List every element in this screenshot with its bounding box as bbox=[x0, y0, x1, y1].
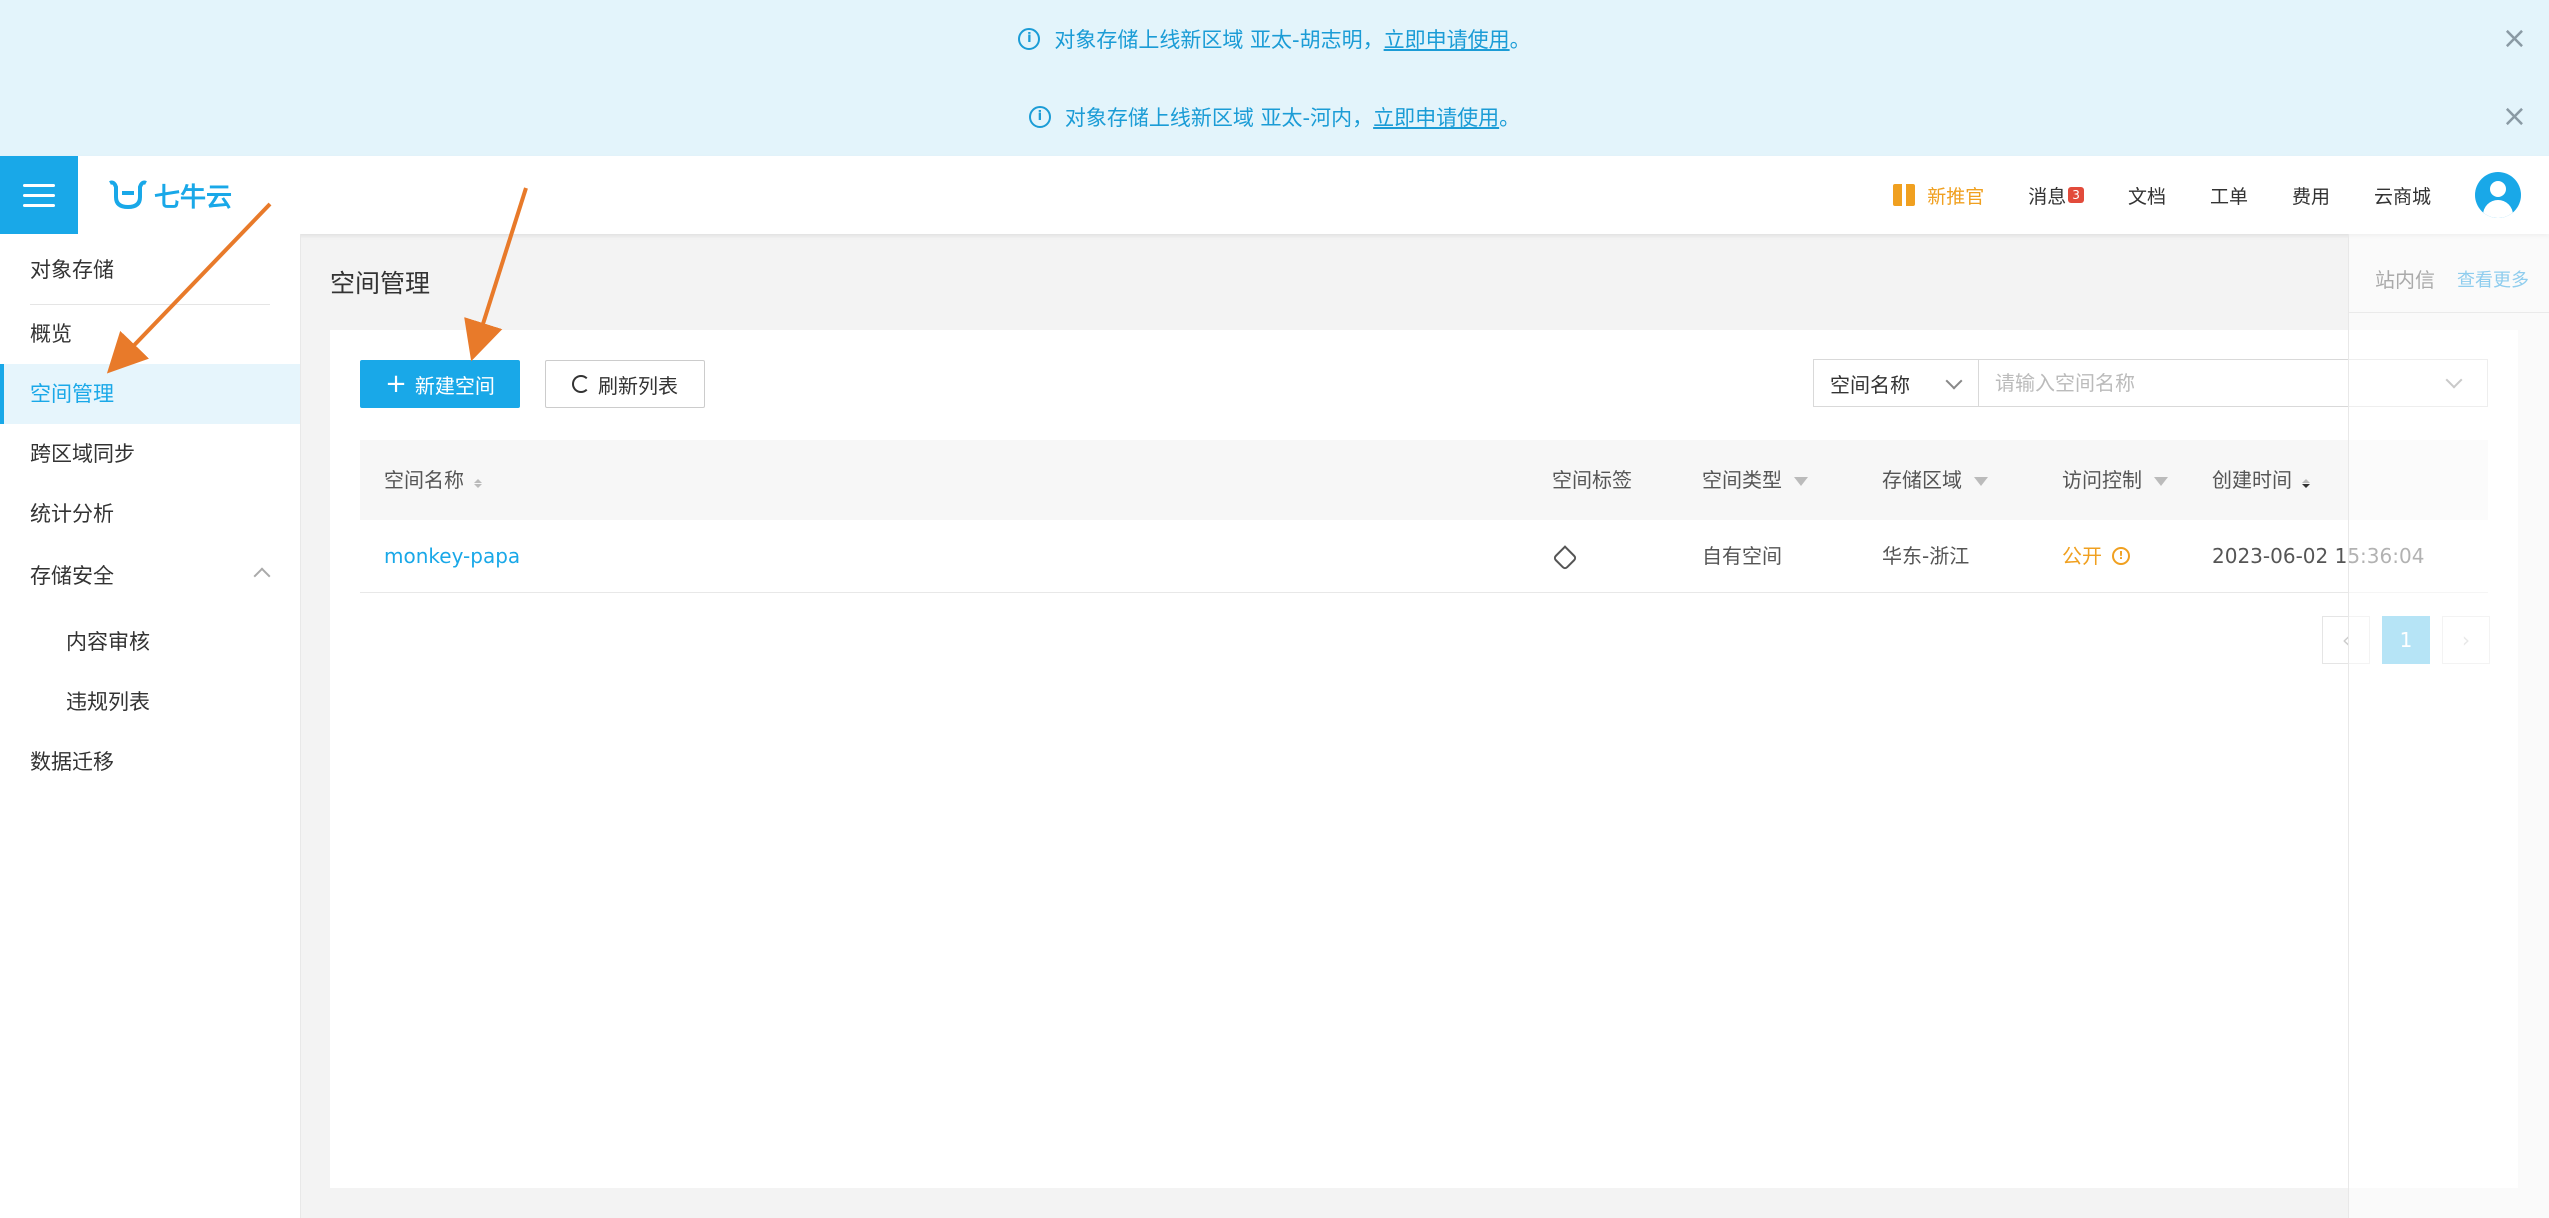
notice-divider bbox=[2349, 312, 2549, 313]
logo-text: 七牛云 bbox=[154, 182, 233, 213]
sort-icon[interactable] bbox=[474, 474, 482, 490]
column-header-type: 空间类型 bbox=[1702, 440, 1808, 520]
messages-link[interactable]: 消息 3 bbox=[2028, 182, 2084, 209]
search-field-select[interactable]: 空间名称 bbox=[1813, 359, 1979, 407]
avatar[interactable] bbox=[2475, 172, 2521, 218]
billing-link[interactable]: 费用 bbox=[2292, 182, 2330, 209]
close-icon[interactable]: × bbox=[2502, 102, 2527, 132]
apply-link[interactable]: 立即申请使用 bbox=[1373, 102, 1499, 132]
column-header-access: 访问控制 bbox=[2062, 440, 2168, 520]
bucket-name-link[interactable]: monkey-papa bbox=[384, 520, 520, 592]
message-count-badge: 3 bbox=[2068, 187, 2084, 203]
column-header-created[interactable]: 创建时间 bbox=[2212, 440, 2310, 520]
refresh-icon bbox=[572, 375, 590, 393]
bucket-region: 华东-浙江 bbox=[1882, 544, 1970, 568]
top-header: 七牛云 新推官 消息 3 文档 工单 费用 云商城 bbox=[0, 156, 2549, 234]
announcement-banners: i 对象存储上线新区域 亚太-胡志明， 立即申请使用 。 × i 对象存储上线新… bbox=[0, 0, 2549, 156]
market-link[interactable]: 云商城 bbox=[2374, 182, 2431, 209]
sidebar-section-title[interactable]: 对象存储 bbox=[0, 240, 300, 300]
announcement-banner: i 对象存储上线新区域 亚太-胡志明， 立即申请使用 。 × bbox=[0, 0, 2549, 78]
new-bucket-button[interactable]: + 新建空间 bbox=[360, 360, 520, 408]
filter-icon[interactable] bbox=[2154, 477, 2168, 486]
apply-link[interactable]: 立即申请使用 bbox=[1384, 24, 1510, 54]
refresh-list-button[interactable]: 刷新列表 bbox=[545, 360, 705, 408]
banner-text: 对象存储上线新区域 亚太-河内， bbox=[1064, 106, 1374, 130]
chevron-up-icon bbox=[253, 567, 271, 585]
filter-icon[interactable] bbox=[1794, 477, 1808, 486]
table-row: monkey-papa 自有空间 华东-浙江 公开 ! 2023-06-02 1… bbox=[360, 520, 2488, 593]
column-header-name[interactable]: 空间名称 bbox=[384, 440, 482, 520]
sidebar-item-content-review[interactable]: 内容审核 bbox=[0, 612, 300, 672]
sort-desc-icon[interactable] bbox=[2302, 474, 2310, 490]
sidebar-item-data-migration[interactable]: 数据迁移 bbox=[0, 732, 300, 792]
sidebar-item-storage-security[interactable]: 存储安全 bbox=[0, 546, 300, 606]
sidebar-item-bucket-management[interactable]: 空间管理 bbox=[0, 364, 300, 424]
gift-icon bbox=[1893, 184, 1916, 206]
banner-suffix: 。 bbox=[1499, 106, 1521, 130]
close-icon[interactable]: × bbox=[2502, 24, 2527, 54]
tag-cell bbox=[1552, 520, 1578, 592]
menu-button[interactable] bbox=[0, 156, 78, 234]
sidebar-item-cross-region-sync[interactable]: 跨区域同步 bbox=[0, 424, 300, 484]
tickets-link[interactable]: 工单 bbox=[2210, 182, 2248, 209]
column-header-region: 存储区域 bbox=[1882, 440, 1988, 520]
page-title: 空间管理 bbox=[330, 269, 431, 298]
sidebar-item-statistics[interactable]: 统计分析 bbox=[0, 484, 300, 544]
sidebar-item-overview[interactable]: 概览 bbox=[0, 304, 300, 364]
access-control: 公开 ! bbox=[2062, 520, 2130, 592]
info-icon: i bbox=[1018, 28, 1041, 50]
column-header-tags: 空间标签 bbox=[1552, 468, 1632, 492]
warning-icon[interactable]: ! bbox=[2112, 547, 2130, 565]
logo[interactable]: 七牛云 bbox=[108, 174, 232, 216]
bucket-type: 自有空间 bbox=[1702, 544, 1782, 568]
plus-icon: + bbox=[385, 369, 407, 399]
info-icon: i bbox=[1028, 106, 1051, 128]
site-messages-panel: 站内信 查看更多 bbox=[2348, 234, 2549, 1218]
promoter-link[interactable]: 新推官 bbox=[1893, 182, 1984, 209]
banner-text: 对象存储上线新区域 亚太-胡志明， bbox=[1054, 28, 1384, 52]
notice-title: 站内信 bbox=[2375, 268, 2435, 292]
hamburger-icon bbox=[23, 183, 55, 187]
docs-link[interactable]: 文档 bbox=[2128, 182, 2166, 209]
header-nav: 新推官 消息 3 文档 工单 费用 云商城 bbox=[1893, 156, 2549, 234]
sidebar: 对象存储 概览 空间管理 跨区域同步 统计分析 存储安全 内容审核 违规列表 数… bbox=[0, 234, 301, 1218]
announcement-banner: i 对象存储上线新区域 亚太-河内， 立即申请使用 。 × bbox=[0, 78, 2549, 156]
view-more-link[interactable]: 查看更多 bbox=[2457, 266, 2529, 292]
logo-icon bbox=[109, 180, 147, 210]
table-header: 空间名称 空间标签 空间类型 存储区域 访问控制 创建时间 bbox=[360, 440, 2488, 520]
chevron-down-icon bbox=[1945, 372, 1963, 390]
sidebar-item-violation-list[interactable]: 违规列表 bbox=[0, 672, 300, 732]
banner-suffix: 。 bbox=[1509, 28, 1531, 52]
tag-icon[interactable] bbox=[1552, 545, 1578, 571]
filter-icon[interactable] bbox=[1974, 477, 1988, 486]
